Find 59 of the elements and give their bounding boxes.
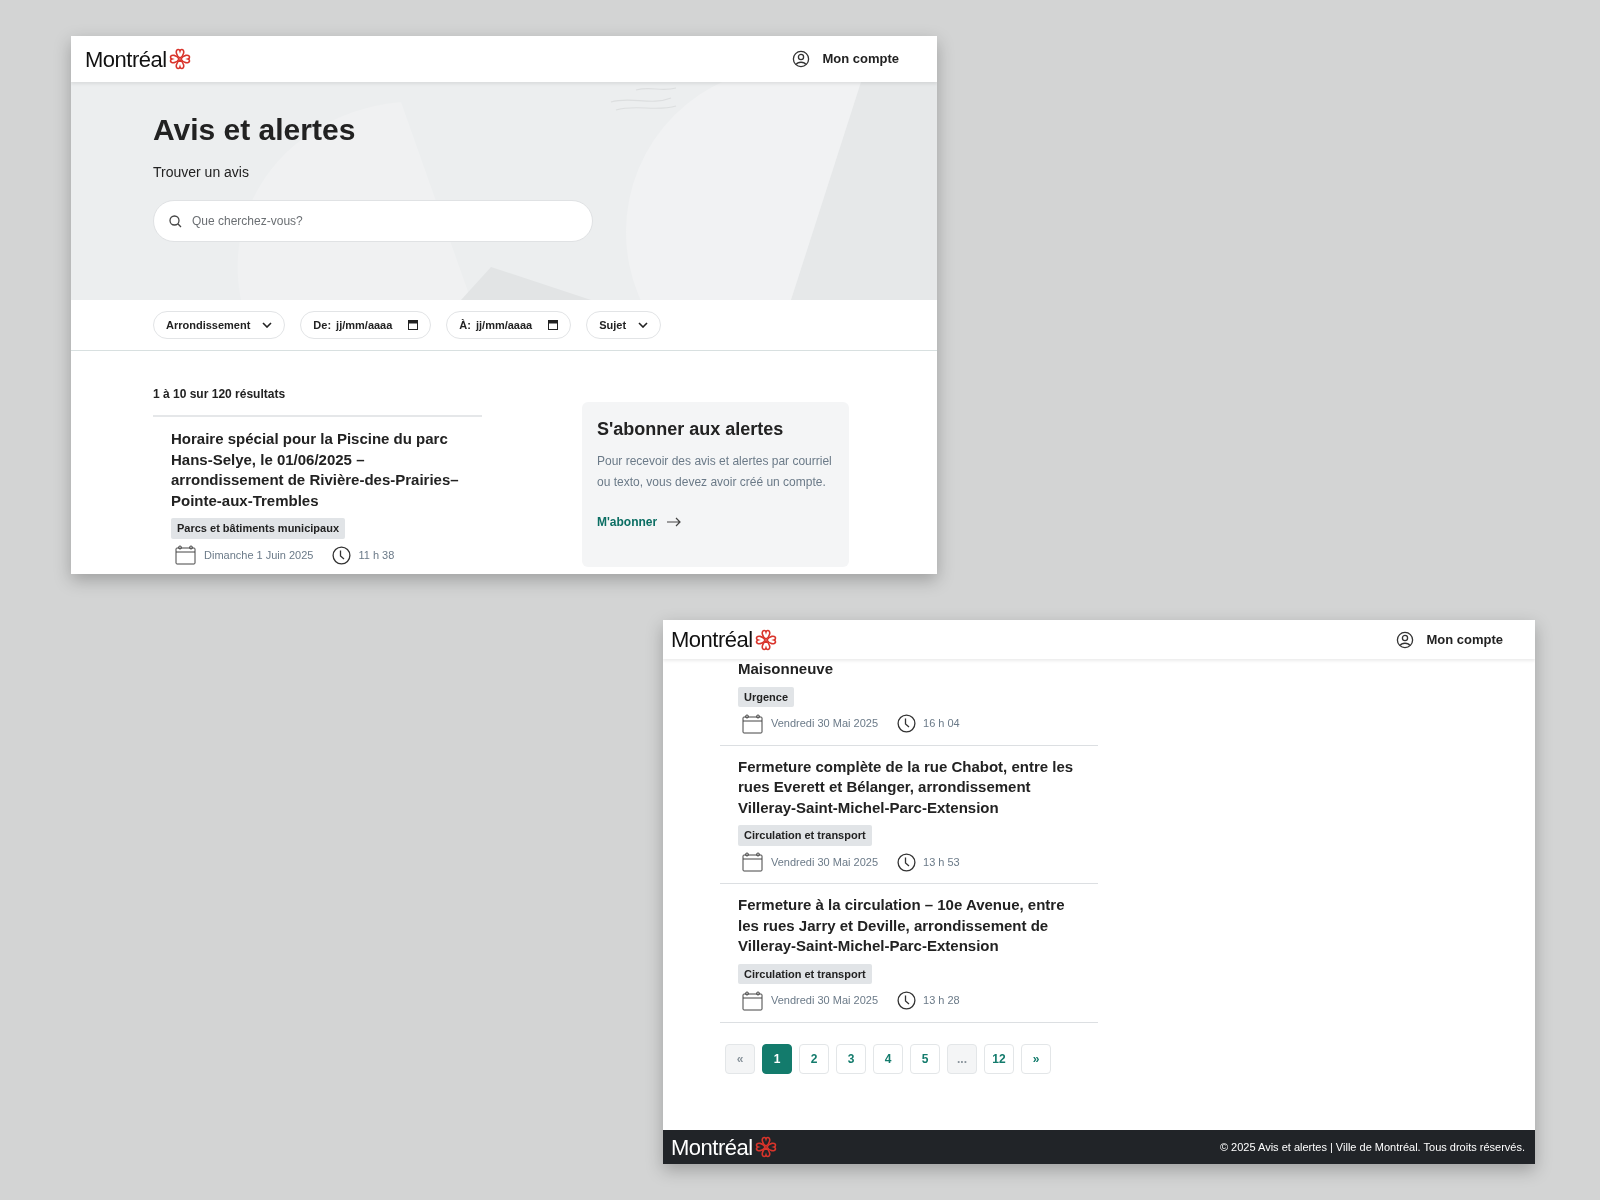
calendar-icon bbox=[742, 852, 763, 872]
arrow-right-icon bbox=[667, 517, 682, 527]
search-icon bbox=[169, 215, 182, 228]
clock-icon bbox=[332, 545, 352, 565]
page-button[interactable]: 1 bbox=[762, 1043, 792, 1074]
page-button[interactable]: 4 bbox=[873, 1043, 903, 1074]
card-text: Pour recevoir des avis et alertes par courriel ou texto, vous devez avoir créé un compte. bbox=[597, 453, 833, 491]
account-link[interactable]: Mon compte bbox=[792, 49, 899, 69]
category-tag: Circulation et transport bbox=[738, 825, 872, 846]
subscribe-link[interactable]: M'abonner bbox=[597, 513, 834, 531]
page-title: Avis et alertes bbox=[153, 112, 357, 148]
page-button[interactable]: 2 bbox=[799, 1043, 829, 1074]
chevron-down-icon bbox=[262, 322, 273, 328]
clock-icon bbox=[897, 852, 917, 872]
notice-title[interactable]: Fermeture à la circulation – 10e Avenue, entre les rues Jarry et Deville, arrondissement de Villeray-Saint-Michel-Parc-Extension bbox=[738, 895, 1078, 957]
notice-time: 13 h 53 bbox=[923, 854, 960, 870]
account-link[interactable]: Mon compte bbox=[1396, 629, 1503, 650]
notice-time: 13 h 28 bbox=[923, 993, 960, 1009]
notice-title[interactable]: Maisonneuve bbox=[738, 659, 1078, 680]
date-field[interactable]: À: jj/mm/aaaa bbox=[446, 311, 572, 339]
user-icon bbox=[792, 50, 811, 68]
calendar-icon bbox=[548, 320, 559, 330]
page-button[interactable]: » bbox=[1021, 1043, 1051, 1074]
notice-date: Vendredi 30 Mai 2025 bbox=[771, 854, 879, 870]
notice-title[interactable]: Fermeture complète de la rue Chabot, entre les rues Everett et Bélanger, arrondissement Villeray-Saint-Michel-Parc-Extension bbox=[738, 756, 1078, 818]
chevron-down-icon bbox=[638, 322, 649, 328]
footer-logo-text[interactable]: Montréal bbox=[671, 1130, 753, 1164]
notice-date: Vendredi 30 Mai 2025 bbox=[771, 716, 879, 732]
page-button[interactable]: 12 bbox=[984, 1043, 1014, 1074]
clock-icon bbox=[897, 991, 917, 1010]
page-button[interactable]: 5 bbox=[910, 1043, 940, 1074]
calendar-icon bbox=[742, 990, 763, 1011]
search-field[interactable]: Que cherchez-vous? bbox=[153, 200, 593, 242]
notice-date: Vendredi 30 Mai 2025 bbox=[771, 993, 879, 1009]
logo-flower-icon bbox=[167, 47, 192, 71]
filter-dropdown[interactable]: Sujet bbox=[586, 311, 662, 339]
logo-flower-icon bbox=[753, 627, 778, 652]
notice-time: 11 h 38 bbox=[358, 547, 395, 563]
calendar-icon bbox=[408, 320, 419, 330]
category-tag: Urgence bbox=[738, 686, 795, 707]
filter-dropdown[interactable]: Arrondissement bbox=[153, 311, 286, 339]
results-count: 1 à 10 sur 120 résultats bbox=[153, 385, 482, 417]
user-icon bbox=[1396, 630, 1415, 649]
calendar-icon bbox=[175, 545, 196, 565]
logo-text[interactable]: Montréal bbox=[85, 42, 167, 76]
footer-logo-flower-icon bbox=[753, 1135, 778, 1159]
notice-date: Dimanche 1 Juin 2025 bbox=[204, 547, 314, 563]
notice-title[interactable]: Horaire spécial pour la Piscine du parc Hans-Selye, le 01/06/2025 – arrondissement de Rivière-des-Prairies–Pointe-aux-Trembles bbox=[171, 429, 462, 511]
footer-copyright: © 2025 Avis et alertes | Ville de Montréal. Tous droits réservés. bbox=[1219, 1139, 1525, 1155]
date-field[interactable]: De: jj/mm/aaaa bbox=[300, 311, 432, 339]
category-tag: Circulation et transport bbox=[738, 963, 872, 984]
category-tag: Parcs et bâtiments municipaux bbox=[171, 518, 345, 539]
logo-text[interactable]: Montréal bbox=[671, 623, 753, 656]
clock-icon bbox=[897, 714, 917, 733]
page-subtitle: Trouver un avis bbox=[153, 163, 250, 182]
notice-time: 16 h 04 bbox=[923, 716, 960, 732]
card-title: S'abonner aux alertes bbox=[597, 418, 785, 441]
calendar-icon bbox=[742, 713, 763, 734]
page-button[interactable]: 3 bbox=[836, 1043, 866, 1074]
